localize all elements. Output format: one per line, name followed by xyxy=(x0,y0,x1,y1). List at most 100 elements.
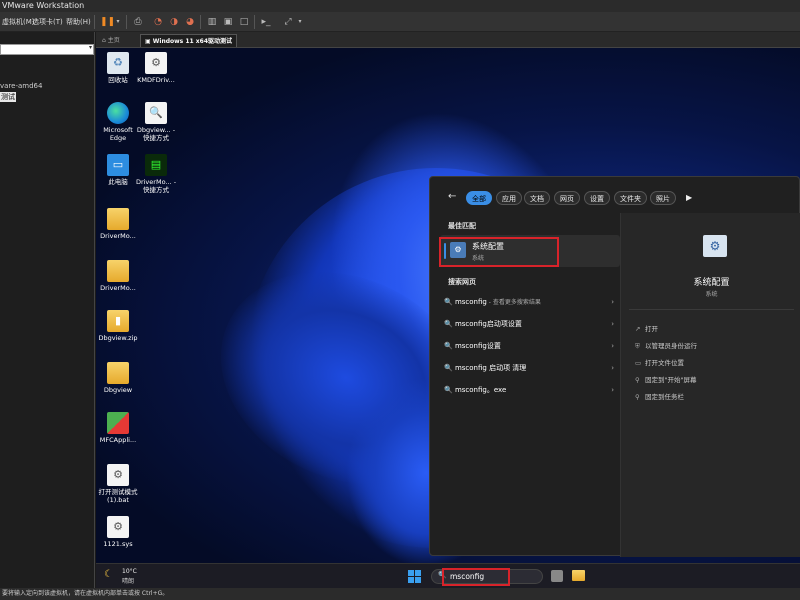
terminal-icon: ▤ xyxy=(145,154,167,176)
filter-row: ← 全部 应用 文档 网页 设置 文件夹 照片 ▶ xyxy=(430,177,800,213)
chevron-down-icon[interactable]: ▾ xyxy=(112,16,124,28)
toolbar-separator xyxy=(94,15,95,29)
pin-icon: ⚲ xyxy=(635,393,640,401)
tab-vm[interactable]: ▣ Windows 11 x64驱动测试 xyxy=(140,34,237,47)
folder-icon xyxy=(107,208,129,230)
toolbar-separator xyxy=(200,15,201,29)
folder-icon: ▭ xyxy=(635,359,642,367)
action-open-file-location[interactable]: ▭ 打开文件位置 xyxy=(635,357,684,367)
chevron-right-icon: › xyxy=(611,320,614,328)
desktop-icon-dbgview-shortcut[interactable]: 🔍 Dbgview... - 快捷方式 xyxy=(134,102,178,142)
file-icon: ⚙ xyxy=(145,52,167,74)
tab-bar: ⌂ 主页 ▣ Windows 11 x64驱动测试 xyxy=(96,32,800,48)
annotation-box xyxy=(442,568,510,586)
web-result[interactable]: 🔍 msconfig启动项设置 › xyxy=(444,315,614,333)
task-view-icon[interactable] xyxy=(551,570,563,582)
detail-name: 系统配置 xyxy=(693,278,730,288)
open-icon: ↗ xyxy=(635,325,641,333)
revert-snapshot-icon[interactable]: ◑ xyxy=(168,16,180,28)
folder-icon xyxy=(107,260,129,282)
chevron-right-icon: › xyxy=(611,342,614,350)
snapshot-icon[interactable]: ◔ xyxy=(152,16,164,28)
vm-icon: ▣ xyxy=(145,38,153,45)
bat-file-icon: ⚙ xyxy=(107,464,129,486)
search-icon: 🔍 xyxy=(444,364,455,372)
filter-photos[interactable]: 照片 xyxy=(650,191,676,205)
filter-settings[interactable]: 设置 xyxy=(584,191,610,205)
divider xyxy=(629,309,794,310)
library-view-icon[interactable]: ▥ xyxy=(206,16,218,28)
library-item-selected[interactable]: 测试 xyxy=(0,92,16,102)
menu-bar: 虚拟机(M) 选项卡(T) 帮助(H) ❚❚ ▾ ⎙ ◔ ◑ ◕ ▥ ▣ □ ▸… xyxy=(0,12,800,32)
back-arrow-icon[interactable]: ← xyxy=(448,191,456,202)
shield-icon: ⛨ xyxy=(635,342,640,350)
filter-apps[interactable]: 应用 xyxy=(496,191,522,205)
desktop-icon-dbgview-zip[interactable]: ▮ Dbgview.zip xyxy=(96,310,140,342)
search-icon: 🔍 xyxy=(444,386,455,394)
computer-icon: ▭ xyxy=(107,154,129,176)
desktop-icon-drivermo-shortcut[interactable]: ▤ DriverMo... - 快捷方式 xyxy=(134,154,178,194)
snapshot-manager-icon[interactable]: ◕ xyxy=(184,16,196,28)
menu-tabs[interactable]: 选项卡(T) xyxy=(32,17,63,27)
play-icon[interactable]: ▶ xyxy=(686,193,692,202)
filter-folders[interactable]: 文件夹 xyxy=(614,191,647,205)
desktop-icon-kmdf[interactable]: ⚙ KMDFDriv... xyxy=(134,52,178,84)
fullscreen-icon[interactable]: □ xyxy=(238,16,250,28)
chevron-down-icon[interactable]: ▾ xyxy=(89,44,92,51)
web-result[interactable]: 🔍 msconfig设置 › xyxy=(444,337,614,355)
chevron-right-icon: › xyxy=(611,298,614,306)
chevron-right-icon: › xyxy=(611,386,614,394)
toolbar-separator xyxy=(126,15,127,29)
action-pin-start[interactable]: ⚲ 固定到"开始"屏幕 xyxy=(635,374,696,384)
status-bar: 要将输入定向到该虚拟机，请在虚拟机内部单击或按 Ctrl+G。 xyxy=(0,588,800,600)
zip-folder-icon: ▮ xyxy=(107,310,129,332)
web-search-title: 搜索网页 xyxy=(448,278,476,286)
sys-file-icon: ⚙ xyxy=(107,516,129,538)
detail-type: 系统 xyxy=(705,291,718,298)
window-title-bar: VMware Workstation xyxy=(0,0,800,12)
chevron-right-icon: › xyxy=(611,364,614,372)
web-result[interactable]: 🔍 msconfig。exe › xyxy=(444,381,614,399)
web-result[interactable]: 🔍 msconfig 启动项 清理 › xyxy=(444,359,614,377)
menu-help[interactable]: 帮助(H) xyxy=(66,17,91,27)
tab-home[interactable]: ⌂ 主页 xyxy=(98,34,124,47)
send-keys-icon[interactable]: ⎙ xyxy=(132,16,144,28)
library-item[interactable]: vare-amd64 xyxy=(0,82,42,90)
status-text: 要将输入定向到该虚拟机，请在虚拟机内部单击或按 Ctrl+G。 xyxy=(2,590,169,597)
desktop-icon-drivermo-2[interactable]: DriverMo... xyxy=(96,260,140,292)
weather-desc[interactable]: 晴朗 xyxy=(122,576,134,585)
desktop-icon-drivermo-1[interactable]: DriverMo... xyxy=(96,208,140,240)
filter-web[interactable]: 网页 xyxy=(554,191,580,205)
filter-all[interactable]: 全部 xyxy=(466,191,492,205)
moon-icon: ☾ xyxy=(104,569,113,580)
thumbnail-view-icon[interactable]: ▣ xyxy=(222,16,234,28)
weather-temp[interactable]: 10°C xyxy=(122,568,137,575)
action-run-as-admin[interactable]: ⛨ 以管理员身份运行 xyxy=(635,340,697,351)
recycle-bin-icon: ♻ xyxy=(107,52,129,74)
stretch-icon[interactable]: ⤢ xyxy=(282,16,294,28)
search-icon: 🔍 xyxy=(444,342,455,350)
console-icon[interactable]: ▸_ xyxy=(260,16,272,28)
action-pin-taskbar[interactable]: ⚲ 固定到任务栏 xyxy=(635,391,684,401)
search-panel: ← 全部 应用 文档 网页 设置 文件夹 照片 ▶ 最佳匹配 ⚙ 系统配置 系统… xyxy=(429,176,800,557)
detail-pane: ⚙ 系统配置 系统 ↗ 打开 ⛨ 以管理员身份运行 ▭ 打开文件位置 ⚲ 固定到"开始"… xyxy=(620,213,800,557)
chevron-down-icon[interactable]: ▾ xyxy=(294,16,306,28)
search-icon: 🔍 xyxy=(444,298,455,306)
filter-documents[interactable]: 文档 xyxy=(524,191,550,205)
desktop-icon-mfc[interactable]: MFCAppli... xyxy=(96,412,140,444)
pause-icon[interactable]: ❚❚ xyxy=(100,16,115,28)
web-result[interactable]: 🔍 msconfig - 查看更多搜索结果 › xyxy=(444,293,614,311)
file-explorer-icon[interactable] xyxy=(572,570,585,581)
desktop-icon-bat[interactable]: ⚙ 打开测试模式(1).bat xyxy=(96,464,140,504)
windows-start-icon[interactable] xyxy=(408,570,421,583)
desktop-icon-sys[interactable]: ⚙ 1121.sys xyxy=(96,516,140,548)
search-icon: 🔍 xyxy=(444,320,455,328)
system-config-large-icon: ⚙ xyxy=(703,235,727,257)
window-title: VMware Workstation xyxy=(2,1,85,10)
desktop-icon-dbgview[interactable]: Dbgview xyxy=(96,362,140,394)
action-open[interactable]: ↗ 打开 xyxy=(635,323,658,333)
menu-vm[interactable]: 虚拟机(M) xyxy=(2,17,35,27)
pin-icon: ⚲ xyxy=(635,376,640,384)
library-search-input[interactable]: ▾ xyxy=(0,44,94,55)
edge-icon xyxy=(107,102,129,124)
